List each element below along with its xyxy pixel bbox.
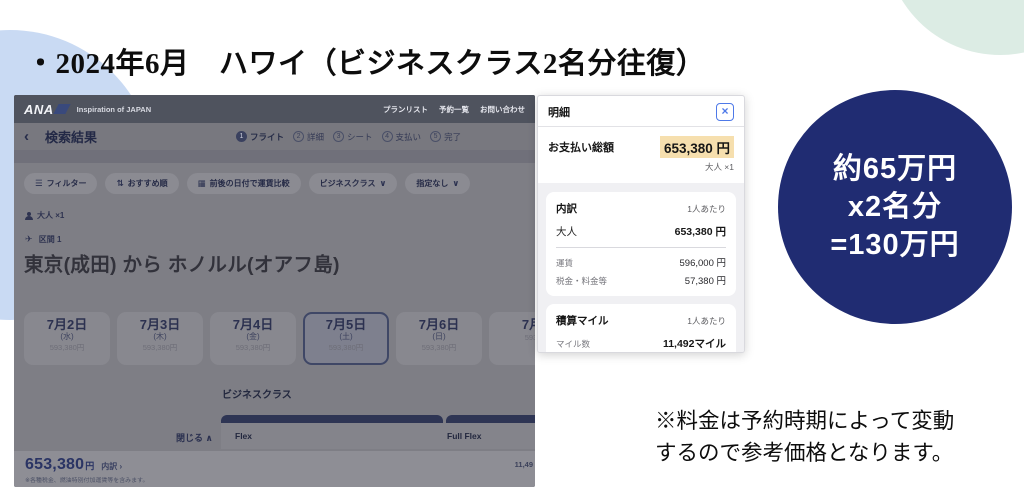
ana-logo-slash-icon	[53, 104, 70, 114]
fare-column-bar-fullflex	[446, 415, 535, 423]
date-card-jul5-selected[interactable]: 7月5日 (土) 593,380円	[303, 312, 389, 365]
total-price: 653,380	[25, 456, 84, 474]
passenger-count: 大人 ×1	[25, 210, 64, 221]
payment-total-value: 653,380 円	[660, 136, 734, 158]
page-title: 検索結果	[45, 127, 97, 146]
tax-note: ※各種税金、燃油特別付加運賃等を含みます。	[25, 476, 148, 485]
tax-fee-value: 57,380 円	[685, 273, 726, 287]
filter-chip-row: ☰ フィルター ⇅ おすすめ順 ▦ 前後の日付で運賃比較 ビジネスクラス ∨ 指…	[24, 173, 470, 194]
adult-fare-value: 653,380 円	[675, 224, 726, 239]
price-circle-line2: x2名分	[848, 188, 942, 226]
ana-screenshot: ANA Inspiration of JAPAN プランリスト 予約一覧 お問い…	[14, 95, 535, 487]
ana-logo-text: ANA	[24, 102, 54, 117]
clipped-info-strip	[14, 150, 535, 163]
sort-icon: ⇅	[116, 178, 123, 189]
chevron-down-icon: ∨	[379, 178, 386, 189]
adult-label: 大人	[556, 224, 577, 239]
fare-tabs-row: Flex Full Flex	[221, 423, 535, 449]
step-seat: 3 シート	[333, 131, 373, 143]
route-heading: 東京(成田) から ホノルル(オアフ島)	[24, 248, 340, 277]
slide-title: ・2024年6月 ハワイ（ビジネスクラス2名分往復）	[26, 40, 705, 82]
breakdown-link[interactable]: 内訳 ›	[101, 461, 122, 472]
ana-top-nav: プランリスト 予約一覧 お問い合わせ	[383, 104, 525, 115]
calendar-icon: ▦	[198, 178, 206, 189]
detail-panel-title: 明細	[548, 104, 570, 120]
segment-label: ✈ 区間 1	[25, 234, 61, 245]
breakdown-card: 内訳 1人あたり 大人 653,380 円 運賃 596,000 円 税金・料金…	[546, 192, 736, 296]
detail-panel-body: 内訳 1人あたり 大人 653,380 円 運賃 596,000 円 税金・料金…	[538, 183, 744, 353]
fare-detail-panel: 明細 × お支払い総額 653,380 円 大人 ×1 内訳 1人あたり 大人 …	[537, 95, 745, 353]
fare-column-bar-flex	[221, 415, 443, 423]
tax-fee-label: 税金・料金等	[556, 275, 607, 287]
booking-steps: 1 フライト 2 詳細 3 シート 4 支払い 5 完了	[236, 123, 461, 150]
slide: ・2024年6月 ハワイ（ビジネスクラス2名分往復） ANA Inspirati…	[0, 0, 1024, 495]
nav-booking-list[interactable]: 予約一覧	[439, 104, 469, 115]
miles-count-label: マイル数	[556, 338, 590, 350]
detail-panel-header: 明細 ×	[538, 96, 744, 126]
sort-button[interactable]: ⇅ おすすめ順	[105, 173, 178, 194]
date-card-jul6[interactable]: 7月6日 (日) 593,380円	[396, 312, 482, 365]
seat-spec-dropdown[interactable]: 指定なし ∨	[405, 173, 470, 194]
step-3-icon: 3	[333, 131, 344, 142]
step-payment: 4 支払い	[382, 131, 422, 143]
nav-contact[interactable]: お問い合わせ	[480, 104, 525, 115]
search-result-bar: ‹ 検索結果 1 フライト 2 詳細 3 シート 4 支払い	[14, 123, 535, 150]
decor-circle-mint	[885, 0, 1024, 55]
divider	[556, 247, 726, 248]
step-flight: 1 フライト	[236, 131, 284, 143]
price-circle-line1: 約65万円	[833, 150, 957, 188]
base-fare-label: 運賃	[556, 257, 573, 269]
step-1-icon: 1	[236, 131, 247, 142]
close-icon[interactable]: ×	[716, 103, 734, 121]
date-card-jul3[interactable]: 7月3日 (木) 593,380円	[117, 312, 203, 365]
ana-logo[interactable]: ANA	[24, 102, 68, 117]
fare-tab-flex[interactable]: Flex	[235, 431, 252, 441]
fare-compare-button[interactable]: ▦ 前後の日付で運賃比較	[187, 173, 301, 194]
step-details: 2 詳細	[293, 131, 324, 143]
ana-header-bar: ANA Inspiration of JAPAN プランリスト 予約一覧 お問い…	[14, 95, 535, 123]
date-card-clipped[interactable]: 7月 593,	[489, 312, 535, 365]
payment-total-label: お支払い総額	[548, 139, 614, 155]
ana-tagline: Inspiration of JAPAN	[77, 105, 151, 114]
miles-header: 積算マイル	[556, 313, 609, 328]
miles-card: 積算マイル 1人あたり マイル数 11,492マイル	[546, 304, 736, 353]
step-5-icon: 5	[430, 131, 441, 142]
step-4-icon: 4	[382, 131, 393, 142]
cabin-class-dropdown[interactable]: ビジネスクラス ∨	[309, 173, 398, 194]
price-summary-strip: 653,380 円 内訳 › ※各種税金、燃油特別付加運賃等を含みます。 11,…	[14, 451, 535, 487]
payment-total-section: お支払い総額 653,380 円 大人 ×1	[538, 127, 744, 177]
nav-plan-list[interactable]: プランリスト	[383, 104, 428, 115]
base-fare-value: 596,000 円	[680, 255, 726, 269]
close-fares-link[interactable]: 閉じる ∧	[176, 431, 213, 444]
price-circle-line3: =130万円	[830, 226, 959, 264]
date-tabs: 7月2日 (水) 593,380円 7月3日 (木) 593,380円 7月4日…	[24, 312, 535, 365]
filter-button[interactable]: ☰ フィルター	[24, 173, 97, 194]
person-icon	[25, 212, 33, 220]
date-card-jul2[interactable]: 7月2日 (水) 593,380円	[24, 312, 110, 365]
date-card-jul4[interactable]: 7月4日 (金) 593,380円	[210, 312, 296, 365]
price-disclaimer: ※料金は予約時期によって変動 するので参考価格となります。	[655, 406, 954, 470]
miles-count-value: 11,492マイル	[663, 336, 726, 351]
breakdown-header: 内訳	[556, 201, 577, 216]
plane-icon: ✈	[25, 234, 33, 244]
cabin-class-label: ビジネスクラス	[222, 386, 292, 401]
payment-total-per: 大人 ×1	[548, 161, 734, 173]
chevron-down-icon: ∨	[452, 178, 459, 189]
total-price-line: 653,380 円 内訳 ›	[25, 456, 122, 474]
price-highlight-circle: 約65万円 x2名分 =130万円	[778, 90, 1012, 324]
back-icon[interactable]: ‹	[24, 129, 29, 144]
step-complete: 5 完了	[430, 131, 461, 143]
miles-clipped-text: 11,49	[515, 460, 533, 469]
step-2-icon: 2	[293, 131, 304, 142]
fare-tab-fullflex[interactable]: Full Flex	[447, 431, 481, 441]
yen-unit: 円	[85, 459, 94, 472]
filter-icon: ☰	[35, 178, 43, 189]
